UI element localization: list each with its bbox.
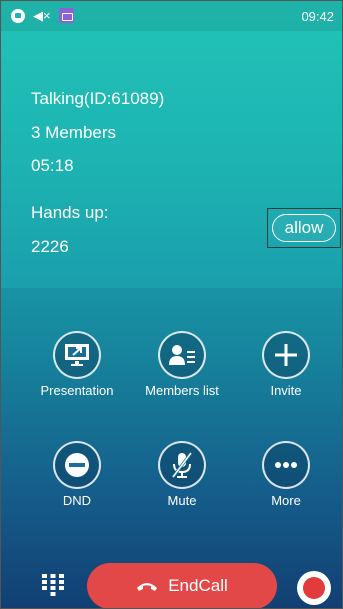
- hands-up-id: 2226: [31, 237, 69, 256]
- calendar-icon: [58, 8, 74, 23]
- dnd-label: DND: [62, 493, 92, 508]
- members-list-label: Members list: [145, 383, 219, 398]
- members-count: 3 Members: [31, 123, 117, 142]
- call-state: Talking(ID:61089): [31, 89, 165, 108]
- more-icon: [262, 441, 310, 489]
- members-list-button[interactable]: Members list: [130, 331, 234, 398]
- dnd-button[interactable]: DND: [25, 441, 129, 508]
- dnd-icon: [53, 441, 101, 489]
- more-label: More: [271, 493, 301, 508]
- mute-speaker-icon: ◀×: [33, 7, 51, 23]
- allow-highlight: allow: [267, 208, 341, 248]
- record-button[interactable]: [297, 571, 331, 605]
- end-call-label: EndCall: [168, 576, 228, 595]
- plus-icon: [262, 331, 310, 379]
- members-list-icon: [158, 331, 206, 379]
- mute-button[interactable]: Mute: [130, 441, 234, 508]
- lock-icon: [11, 8, 25, 23]
- status-bar: ◀× 09:42: [1, 1, 342, 31]
- presentation-icon: [53, 331, 101, 379]
- presentation-label: Presentation: [40, 383, 114, 398]
- call-screen: ◀× 09:42 Talking(ID:61089) 3 Members 05:…: [0, 0, 343, 609]
- invite-label: Invite: [270, 383, 302, 398]
- end-call-button[interactable]: EndCall: [87, 563, 277, 608]
- dialpad-icon[interactable]: [41, 573, 65, 602]
- allow-button[interactable]: allow: [272, 214, 336, 242]
- clock: 09:42: [301, 9, 334, 24]
- presentation-button[interactable]: Presentation: [25, 331, 129, 398]
- mute-label: Mute: [167, 493, 197, 508]
- invite-button[interactable]: Invite: [234, 331, 338, 398]
- more-button[interactable]: More: [234, 441, 338, 508]
- mute-microphone-icon: [158, 441, 206, 489]
- call-duration: 05:18: [31, 156, 74, 175]
- hang-up-icon: [137, 583, 158, 591]
- hands-up-label: Hands up:: [31, 203, 109, 222]
